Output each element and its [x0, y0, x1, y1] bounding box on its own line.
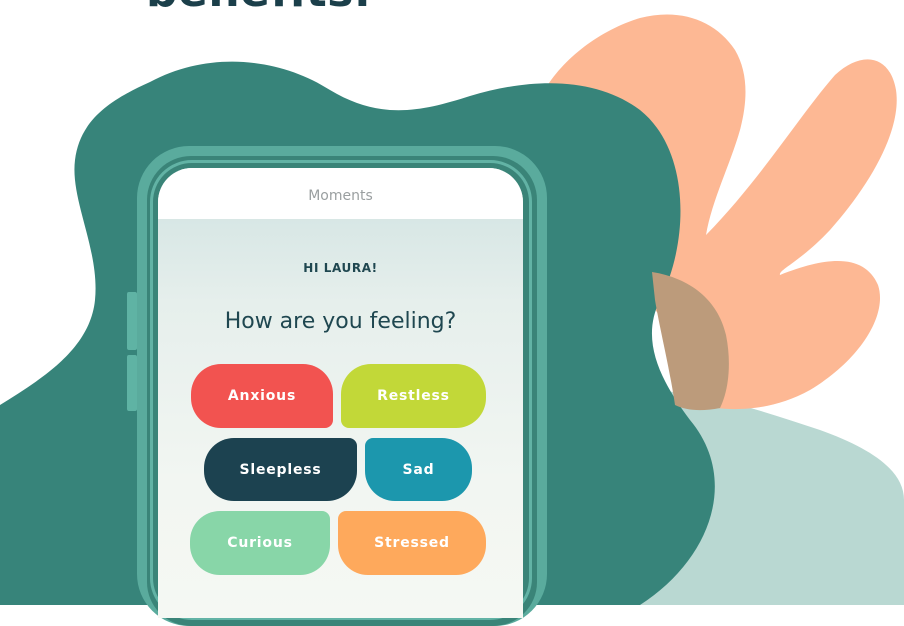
phone-side-button-lower	[127, 355, 137, 411]
app-title: Moments	[308, 187, 373, 204]
phone-screen: Moments HI LAURA! How are you feeling? A…	[158, 168, 523, 618]
section-heading-fragment: benefits.	[146, 0, 371, 14]
mood-chip-curious[interactable]: Curious	[190, 511, 330, 575]
mood-chip-sleepless[interactable]: Sleepless	[204, 438, 357, 501]
mood-chip-stressed[interactable]: Stressed	[338, 511, 486, 575]
phone-side-button-upper	[127, 292, 137, 350]
greeting-text: HI LAURA!	[303, 261, 378, 275]
mood-question: How are you feeling?	[224, 309, 457, 334]
mood-chip-anxious[interactable]: Anxious	[191, 364, 333, 428]
mood-chip-restless[interactable]: Restless	[341, 364, 486, 428]
mood-chip-sad[interactable]: Sad	[365, 438, 472, 501]
app-header: Moments	[158, 168, 523, 219]
